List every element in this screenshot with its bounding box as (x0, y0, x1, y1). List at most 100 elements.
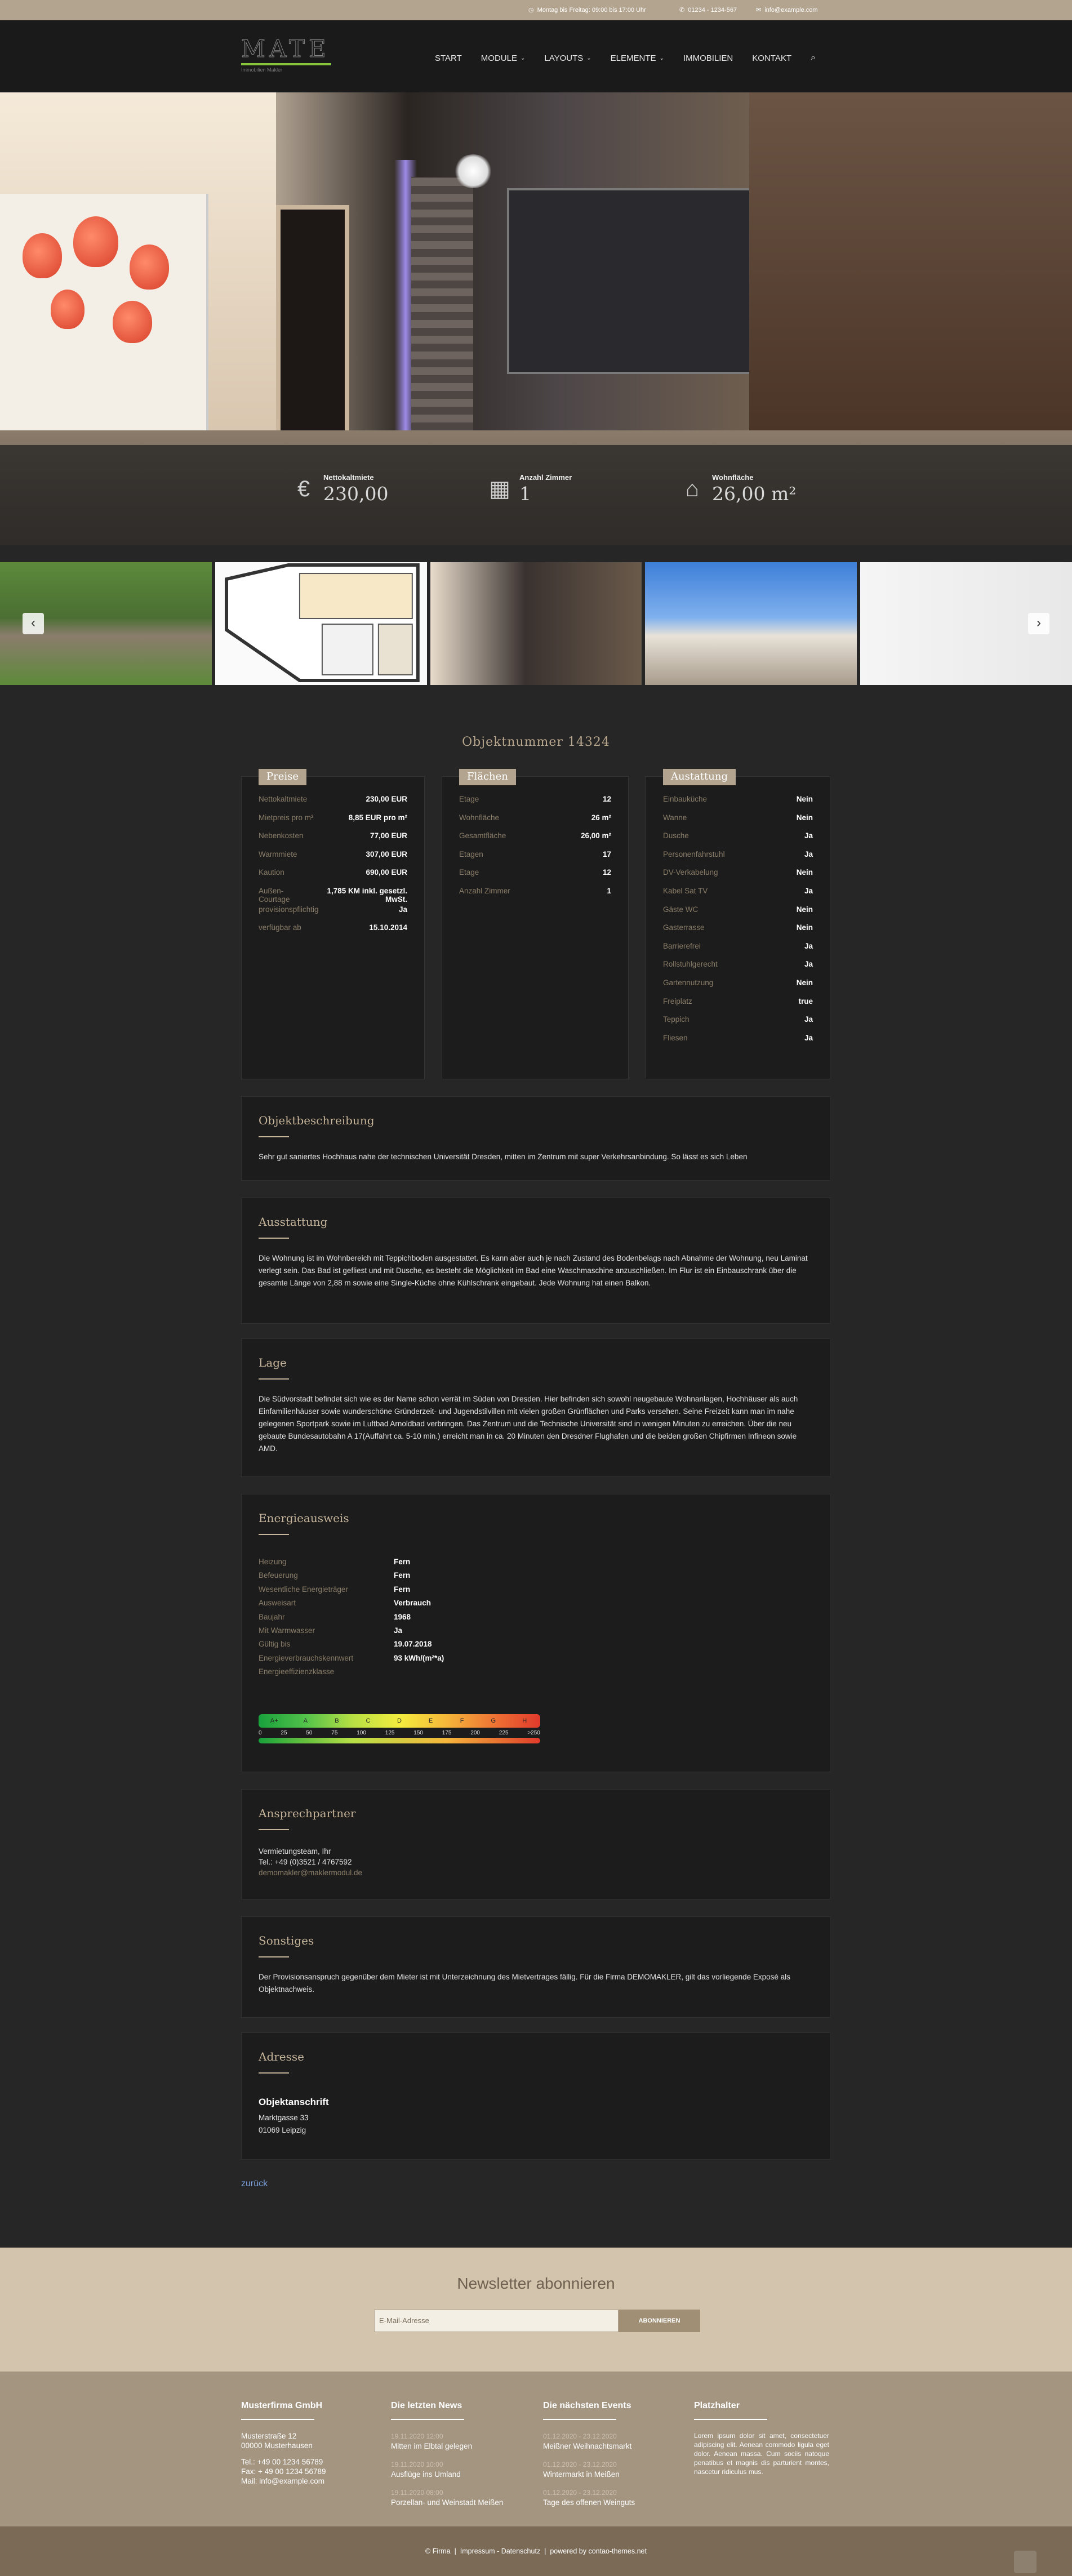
data-row: Gesamtfläche 26,00 m² (459, 831, 611, 850)
energy-class: A+ (270, 1718, 278, 1724)
energy-scale-number: 100 (357, 1730, 366, 1736)
hero-door (276, 205, 349, 447)
newsletter: Newsletter abonnieren E-Mail-Adresse ABO… (0, 2248, 1072, 2372)
nav-layouts[interactable]: LAYOUTS ⌄ (544, 53, 591, 63)
data-row: Dusche Ja (663, 831, 813, 850)
row-value: Ja (804, 849, 813, 858)
energy-row: Mit Warmwasser Ja (259, 1626, 444, 1640)
address-street: Marktgasse 33 (259, 2114, 309, 2122)
gallery-image-town[interactable] (645, 562, 857, 685)
newsletter-email-input[interactable]: E-Mail-Adresse (374, 2310, 619, 2332)
stat-rent: € Nettokaltmiete 230,00 (292, 473, 389, 505)
data-row: Barrierefrei Ja (663, 942, 813, 960)
row-value: Nein (796, 868, 813, 877)
scroll-top-button[interactable] (1014, 2551, 1037, 2573)
contact-email[interactable]: demomakler@maklermodul.de (259, 1867, 813, 1878)
energy-class: G (491, 1718, 496, 1724)
data-row: Anzahl Zimmer 1 (459, 887, 611, 905)
gallery-image-living[interactable] (430, 562, 642, 685)
data-row: Einbauküche Nein (663, 795, 813, 813)
data-row: verfügbar ab 15.10.2014 (259, 923, 407, 942)
news-item[interactable]: 19.11.2020 08:00 Porzellan- und Weinstadt… (391, 2488, 526, 2508)
search-icon[interactable]: ⌕ (811, 53, 816, 63)
row-value: true (798, 996, 813, 1006)
item-title: Mitten im Elbtal gelegen (391, 2442, 473, 2450)
data-row: Freiplatz true (663, 997, 813, 1016)
events-item[interactable]: 01.12.2020 - 23.12.2020 Tage des offenen … (543, 2488, 678, 2508)
top-bar: ◷ Montag bis Freitag: 09:00 bis 17:00 Uhr… (0, 0, 1072, 20)
news-item[interactable]: 19.11.2020 10:00 Ausflüge ins Umland (391, 2459, 526, 2480)
row-value: Fern (394, 1558, 411, 1566)
title-underline (259, 2072, 289, 2074)
tulip (73, 216, 118, 267)
chevron-down-icon: ⌄ (520, 55, 526, 61)
powered-by-link[interactable]: powered by contao-themes.net (550, 2547, 647, 2555)
section-ansprechpartner: Ansprechpartner Vermietungsteam, Ihr Tel… (241, 1789, 830, 1899)
energy-row: Gültig bis 19.07.2018 (259, 1640, 444, 1653)
row-value: Ja (804, 831, 813, 840)
phone-icon: ✆ (679, 7, 685, 14)
row-label: Fliesen (663, 1033, 688, 1042)
energy-class: A (303, 1718, 308, 1724)
data-row: DV-Verkabelung Nein (663, 868, 813, 887)
events-item[interactable]: 01.12.2020 - 23.12.2020 Wintermarkt in Me… (543, 2459, 678, 2480)
footer-street: Musterstraße 12 (241, 2432, 297, 2440)
gallery-prev-arrow[interactable]: ‹ (23, 613, 44, 634)
row-value: 1 (607, 886, 611, 895)
energy-row: Ausweisart Verbrauch (259, 1599, 444, 1612)
logo[interactable]: MATE Immobilien Makler (241, 35, 331, 73)
row-value: 307,00 EUR (366, 849, 407, 858)
email[interactable]: ✉ info@example.com (756, 6, 818, 14)
data-row: Teppich Ja (663, 1015, 813, 1034)
data-row: Gartennutzung Nein (663, 978, 813, 997)
item-date: 01.12.2020 - 23.12.2020 (543, 2489, 617, 2497)
data-row: Mietpreis pro m² 8,85 EUR pro m² (259, 813, 407, 832)
row-label: Wohnfläche (459, 813, 500, 822)
impressum-link[interactable]: Impressum - Datenschutz (460, 2547, 540, 2555)
energy-class: F (460, 1718, 464, 1724)
card-flaechen: Flächen Etage 12 Wohnfläche 26 m² Gesamtfläc… (442, 769, 629, 1079)
footer-underline (543, 2419, 616, 2420)
nav-start[interactable]: START (435, 53, 462, 63)
section-title: Sonstiges (259, 1934, 314, 1947)
row-value: 15.10.2014 (369, 923, 407, 932)
hero-painting (0, 194, 208, 430)
energy-scale-number: 25 (281, 1730, 287, 1736)
data-row: Gäste WC Nein (663, 905, 813, 924)
nav-immobilien[interactable]: IMMOBILIEN (683, 53, 733, 63)
footer-heading: Musterfirma GmbH (241, 2401, 323, 2410)
row-value: Ja (804, 1015, 813, 1024)
back-link[interactable]: zurück (241, 2179, 268, 2189)
energy-row: Baujahr 1968 (259, 1613, 444, 1626)
energy-class: C (366, 1718, 371, 1724)
footer-heading: Die letzten News (391, 2401, 462, 2410)
row-label: Baujahr (259, 1612, 285, 1621)
data-row: Wanne Nein (663, 813, 813, 832)
row-value: 1968 (394, 1612, 411, 1621)
stat-area: ⌂ Wohnfläche 26,00 m² (680, 473, 797, 505)
energy-scale: A+ A B C D E F G H 0 25 50 75 100 125 150 175 200 225 >250 (259, 1714, 540, 1743)
footer-mail[interactable]: Mail: info@example.com (241, 2476, 376, 2486)
events-item[interactable]: 01.12.2020 - 23.12.2020 Meißner Weihnacht… (543, 2431, 678, 2452)
news-item[interactable]: 19.11.2020 12:00 Mitten im Elbtal gelegen (391, 2431, 526, 2452)
card-rows: Nettokaltmiete 230,00 EUR Mietpreis pro m²… (259, 795, 407, 942)
nav-module[interactable]: MODULE ⌄ (481, 53, 526, 63)
gallery-image-floorplan[interactable] (215, 562, 427, 685)
newsletter-subscribe-button[interactable]: ABONNIEREN (619, 2310, 700, 2332)
row-value: 26 m² (591, 813, 611, 822)
title-underline (259, 1238, 289, 1239)
footer-heading: Platzhalter (694, 2401, 740, 2410)
row-value: Ja (394, 1626, 403, 1635)
tulip (113, 301, 152, 343)
bottom-bar: © Firma | Impressum - Datenschutz | powe… (0, 2526, 1072, 2576)
nav-kontakt[interactable]: KONTAKT (752, 53, 791, 63)
gallery-next-arrow[interactable]: › (1028, 613, 1049, 634)
row-value: 26,00 m² (580, 831, 611, 840)
phone[interactable]: ✆ 01234 - 1234-567 (679, 6, 737, 14)
item-title: Wintermarkt in Meißen (543, 2470, 620, 2479)
energy-row: Heizung Fern (259, 1558, 444, 1571)
nav-elemente[interactable]: ELEMENTE ⌄ (611, 53, 664, 63)
row-label: Außen-Courtage (259, 886, 290, 904)
section-title: Ansprechpartner (259, 1807, 356, 1820)
footer-city: 00000 Musterhausen (241, 2441, 313, 2450)
